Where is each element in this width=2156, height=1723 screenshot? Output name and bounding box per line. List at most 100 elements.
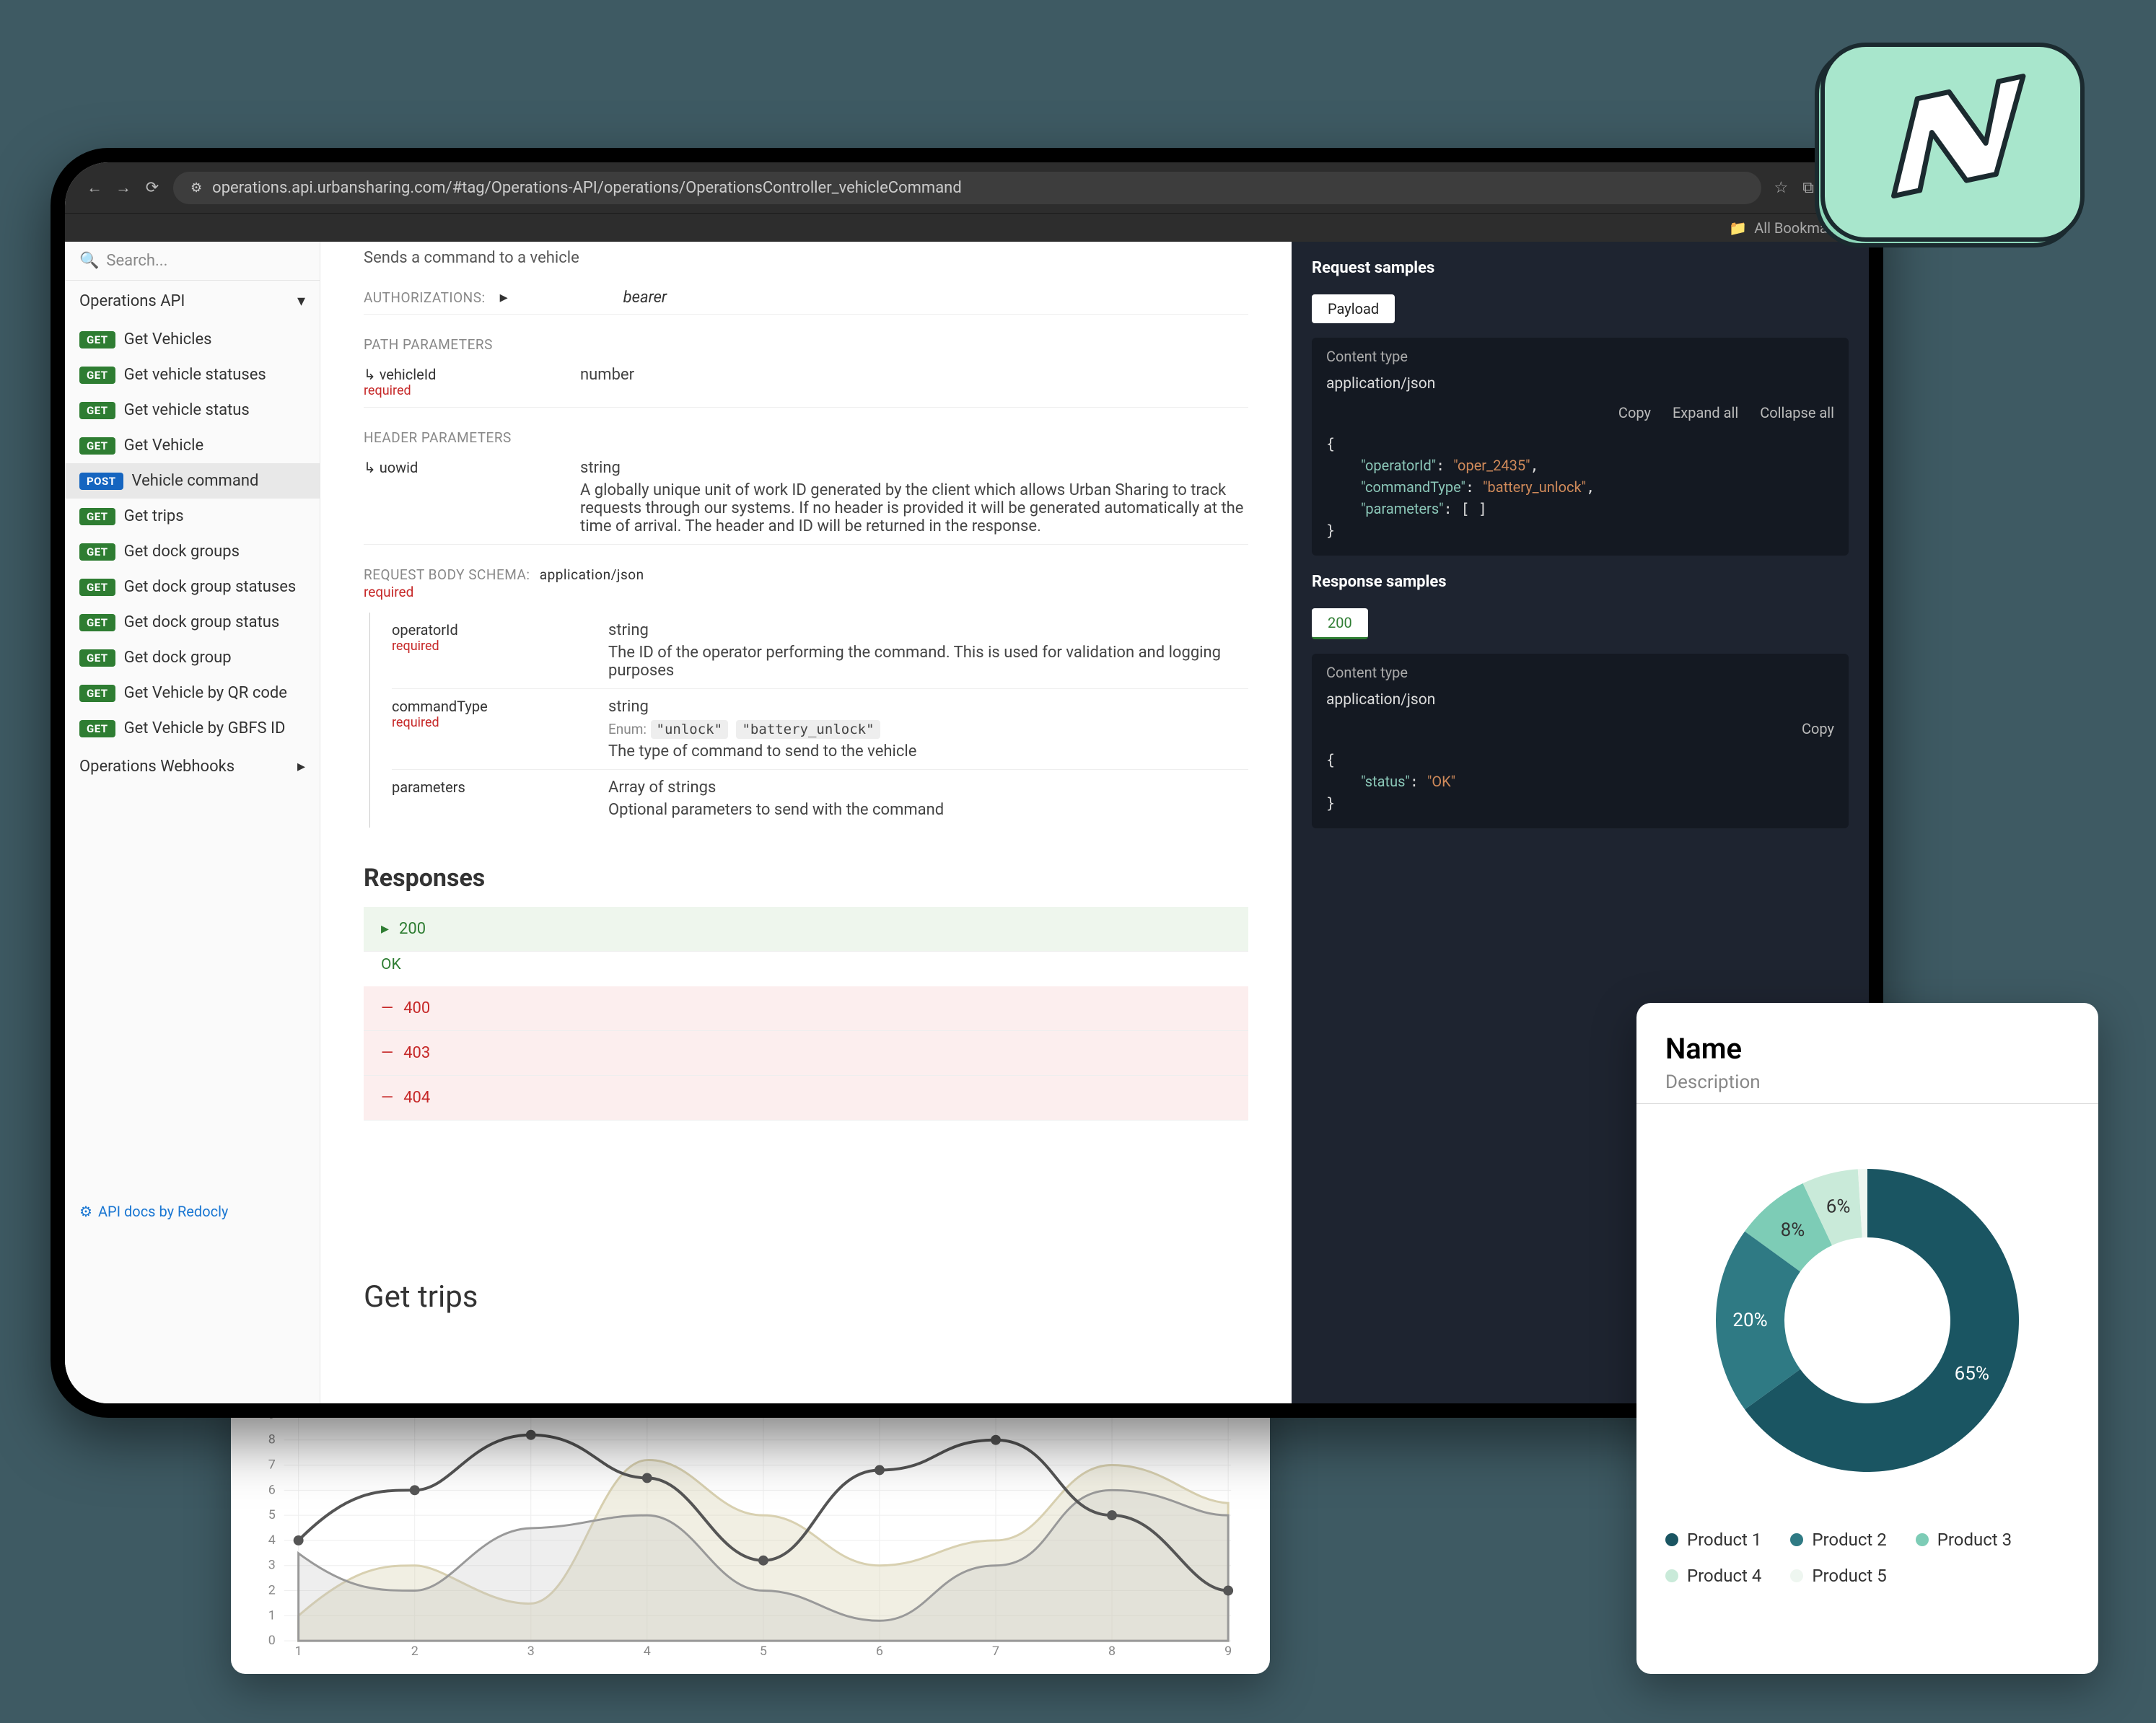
svg-text:2: 2 [268,1582,276,1597]
sidebar-item[interactable]: GET Get Vehicle [65,428,320,463]
path-params-label: PATH PARAMETERS [364,336,1248,353]
donut-card: Name Description 65%20%8%6% Product 1Pro… [1636,1003,2098,1674]
param-row: ↳ vehicleIdrequired number [364,357,1248,408]
response-json: { "status": "OK" } [1312,749,1849,814]
body-schema-label: REQUEST BODY SCHEMA: [364,566,530,583]
sidebar-item[interactable]: GETGet dock group [65,640,320,675]
chevron-right-icon: ▸ [297,758,305,776]
logo-tile [1788,29,2105,267]
address-bar[interactable]: ⚙ operations.api.urbansharing.com/#tag/O… [173,172,1761,204]
sidebar-item-label: Get dock group statuses [124,578,297,596]
request-samples-heading: Request samples [1292,242,1869,294]
svg-text:0: 0 [268,1633,276,1648]
legend-swatch [1665,1533,1678,1546]
response-403[interactable]: —403 [364,1031,1248,1076]
section-webhooks[interactable]: Operations Webhooks ▸ [65,746,320,787]
legend-item: Product 3 [1916,1530,2012,1550]
payload-tab[interactable]: Payload [1312,294,1395,323]
sidebar: 🔍 Search... Operations API ▾ GETGet Vehi… [65,242,320,1403]
sidebar-item[interactable]: GETGet Vehicle by GBFS ID [65,711,320,746]
sidebar-item[interactable]: GETGet dock groups [65,534,320,569]
response-404[interactable]: —404 [364,1076,1248,1121]
legend-swatch [1916,1533,1929,1546]
star-icon[interactable]: ☆ [1774,179,1789,197]
method-badge: GET [79,649,115,667]
sidebar-item-label: Get Vehicle [124,437,204,455]
sidebar-item[interactable]: POSTVehicle command [65,463,320,499]
tablet-frame: ← → ⟳ ⚙ operations.api.urbansharing.com/… [51,148,1883,1418]
method-badge: GET [79,367,115,384]
method-badge: GET [79,437,115,455]
sidebar-item-label: Get dock group status [124,613,280,631]
auth-label: AUTHORIZATIONS: [364,289,486,306]
sidebar-item-label: Get vehicle status [124,401,250,419]
search-icon: 🔍 [79,252,99,270]
forward-icon[interactable]: → [115,180,131,196]
legend-swatch [1790,1533,1803,1546]
content-type-label: Content type [1312,338,1849,375]
svg-text:3: 3 [268,1558,276,1573]
svg-text:1: 1 [268,1608,276,1623]
redocly-footer[interactable]: ⚙ API docs by Redocly [65,1191,320,1232]
sidebar-item[interactable]: GET Get vehicle statuses [65,357,320,393]
chevron-right-icon[interactable]: ▸ [500,289,508,307]
response-200[interactable]: ▸200 [364,907,1248,952]
method-badge: GET [79,508,115,525]
method-badge: GET [79,402,115,419]
browser-chrome: ← → ⟳ ⚙ operations.api.urbansharing.com/… [65,162,1869,213]
responses-heading: Responses [364,864,1248,893]
search-input[interactable]: 🔍 Search... [65,242,320,281]
sidebar-item[interactable]: GET Get dock group status [65,605,320,640]
section-operations-api[interactable]: Operations API ▾ [65,281,320,322]
svg-text:5: 5 [268,1507,276,1522]
svg-text:2: 2 [411,1644,419,1657]
param-row: parameters Array of stringsOptional para… [392,770,1248,828]
line-chart-card: 987 654 321 0 123 456 789 [231,1385,1270,1674]
legend-item: Product 2 [1790,1530,1886,1550]
response-400[interactable]: —400 [364,986,1248,1031]
method-badge: GET [79,720,115,737]
url-text: operations.api.urbansharing.com/#tag/Ope… [212,179,962,197]
sidebar-item[interactable]: GETGet trips [65,499,320,534]
collapse-all-button[interactable]: Collapse all [1760,404,1834,421]
svg-text:8: 8 [268,1432,276,1447]
response-200-tab[interactable]: 200 [1312,608,1368,639]
request-json: { "operatorId": "oper_2435", "commandTyp… [1312,433,1849,541]
svg-text:7: 7 [268,1457,276,1472]
sidebar-item-label: Get dock groups [124,543,240,561]
method-badge: GET [79,331,115,348]
sidebar-item[interactable]: GET Get dock group statuses [65,569,320,605]
sidebar-item[interactable]: GETGet Vehicles [65,322,320,357]
doc-content: Sends a command to a vehicle AUTHORIZATI… [320,242,1292,1403]
method-badge: GET [79,614,115,631]
svg-text:6: 6 [876,1644,883,1657]
svg-text:5: 5 [760,1644,767,1657]
sidebar-item[interactable]: GETGet Vehicle by QR code [65,675,320,711]
donut-slice-label: 8% [1781,1219,1805,1241]
expand-all-button[interactable]: Expand all [1673,404,1738,421]
reload-icon[interactable]: ⟳ [144,180,160,196]
donut-subtitle: Description [1665,1071,2069,1093]
content-type-value: application/json [1312,375,1849,393]
method-badge: GET [79,685,115,702]
back-icon[interactable]: ← [87,180,102,196]
param-row: ↳ uowid string A globally unique unit of… [364,450,1248,545]
screen: ← → ⟳ ⚙ operations.api.urbansharing.com/… [65,162,1869,1403]
svg-text:4: 4 [644,1644,651,1657]
method-badge: GET [79,579,115,596]
response-samples-heading: Response samples [1292,556,1869,608]
content-type-label: Content type [1312,654,1849,691]
arrow-icon: ↳ [364,459,380,476]
copy-button[interactable]: Copy [1618,404,1651,421]
bookmark-bar: 📁 All Bookmarks [65,213,1869,242]
legend-item: Product 4 [1665,1566,1761,1586]
sidebar-item-label: Vehicle command [132,472,259,490]
copy-button[interactable]: Copy [1802,720,1834,737]
svg-text:7: 7 [992,1644,999,1657]
endpoint-description: Sends a command to a vehicle [364,242,1248,267]
svg-text:8: 8 [1108,1644,1116,1657]
lock-icon: ⚙ [190,180,202,196]
sidebar-item[interactable]: GET Get vehicle status [65,393,320,428]
search-placeholder: Search... [106,252,167,270]
sidebar-item-label: Get vehicle statuses [124,366,266,384]
